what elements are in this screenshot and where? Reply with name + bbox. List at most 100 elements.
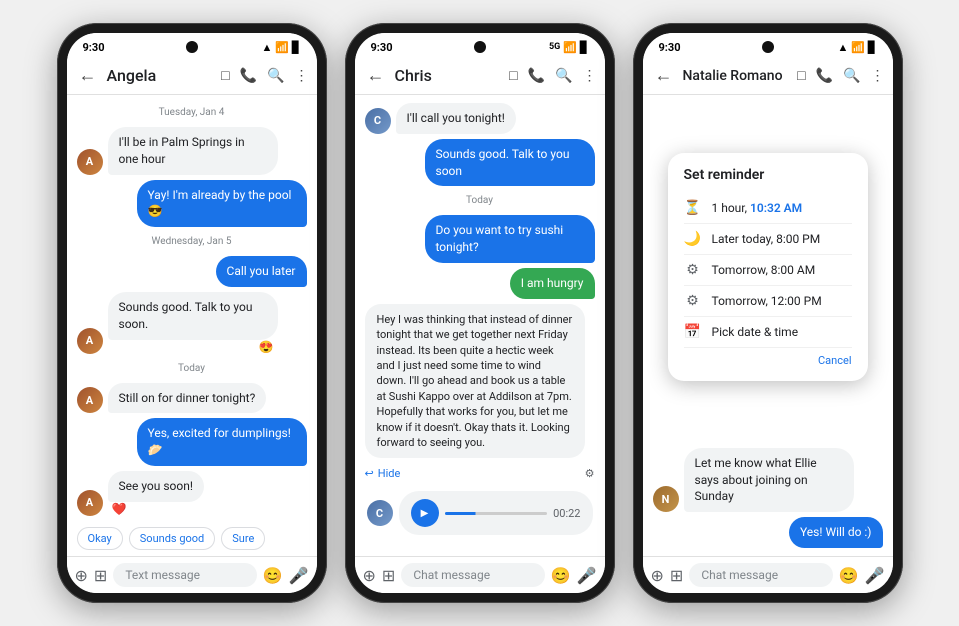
- chat-area-2: C I'll call you tonight! Sounds good. Ta…: [355, 95, 605, 556]
- network-5g: 5G: [549, 42, 560, 52]
- msg-chris-sent-2: Do you want to try sushi tonight?: [365, 215, 595, 263]
- battery-icon-3: ▊: [868, 41, 876, 54]
- add-icon-2[interactable]: ⊕: [363, 566, 376, 585]
- mic-icon-3[interactable]: 🎤: [865, 566, 885, 585]
- hide-icon: ↩: [365, 467, 374, 480]
- date-2: Wednesday, Jan 5: [77, 236, 307, 247]
- msg-chris-sent-1: Sounds good. Talk to you soon: [365, 139, 595, 187]
- status-icons-2: 5G 📶 ▊: [549, 41, 588, 54]
- hide-row: ↩ Hide ⚙: [365, 463, 595, 482]
- status-icons-3: ▲ 📶 ▊: [837, 41, 876, 54]
- quick-reply-sure[interactable]: Sure: [221, 527, 265, 550]
- header-bar-3: ← Natalie Romano □ 📞 🔍 ⋮: [643, 57, 893, 95]
- msg-received-3: A Still on for dinner tonight?: [77, 383, 307, 414]
- call-icon-3[interactable]: 📞: [816, 68, 833, 84]
- phone-3: 9:30 ▲ 📶 ▊ ← Natalie Romano □ 📞 🔍 ⋮: [633, 23, 903, 603]
- emoji-icon-2[interactable]: 😊: [551, 566, 571, 585]
- contact-name-3: Natalie Romano: [683, 68, 792, 84]
- hide-button[interactable]: Hide: [378, 467, 401, 480]
- phone-1-screen: 9:30 ▲ 📶 ▊ ← Angela □ 📞 🔍 ⋮: [67, 33, 317, 593]
- reminder-item-pick-date[interactable]: 📅 Pick date & time: [684, 317, 852, 348]
- bottom-bar-2: ⊕ ⊞ Chat message 😊 🎤: [355, 556, 605, 593]
- reminder-overlay: Set reminder ⏳ 1 hour, 10:32 AM 🌙 Later …: [668, 153, 868, 381]
- reminder-text-tomorrow-pm: Tomorrow, 12:00 PM: [712, 294, 822, 308]
- call-icon-2[interactable]: 📞: [528, 68, 545, 84]
- reminder-item-later[interactable]: 🌙 Later today, 8:00 PM: [684, 224, 852, 255]
- phone-2-camera: [474, 41, 486, 53]
- header-bar-2: ← Chris □ 📞 🔍 ⋮: [355, 57, 605, 95]
- back-button-2[interactable]: ←: [363, 63, 389, 88]
- search-icon-3[interactable]: 🔍: [843, 68, 860, 84]
- header-actions-2: □ 📞 🔍 ⋮: [509, 67, 596, 84]
- text-input-1[interactable]: Text message: [113, 563, 256, 587]
- audio-bubble: ▶ 00:22: [399, 491, 593, 535]
- add-icon-3[interactable]: ⊕: [651, 566, 664, 585]
- audio-time: 00:22: [553, 507, 580, 520]
- more-icon-2[interactable]: ⋮: [583, 68, 597, 84]
- chat-input-3[interactable]: Chat message: [689, 563, 832, 587]
- mic-icon-1[interactable]: 🎤: [289, 566, 309, 585]
- back-button-3[interactable]: ←: [651, 63, 677, 88]
- quick-reply-sounds-good[interactable]: Sounds good: [129, 527, 215, 550]
- attach-icon-2[interactable]: ⊞: [382, 566, 395, 585]
- video-icon-2[interactable]: □: [509, 67, 517, 84]
- reaction-1: 😍: [108, 340, 278, 354]
- phones-container: 9:30 ▲ 📶 ▊ ← Angela □ 📞 🔍 ⋮: [41, 7, 919, 619]
- chat-input-2[interactable]: Chat message: [401, 563, 544, 587]
- avatar-chris-audio: C: [367, 500, 393, 526]
- search-icon-1[interactable]: 🔍: [267, 68, 284, 84]
- reminder-text-1hour: 1 hour, 10:32 AM: [712, 201, 803, 215]
- phone-1-camera: [186, 41, 198, 53]
- avatar-natalie-1: N: [653, 486, 679, 512]
- date-chris-1: Today: [365, 195, 595, 206]
- wifi-icon-1: 📶: [275, 41, 289, 54]
- settings-icon[interactable]: ⚙: [585, 467, 595, 480]
- play-button[interactable]: ▶: [411, 499, 439, 527]
- wifi-icon-3: 📶: [851, 41, 865, 54]
- bubble-6: Yes, excited for dumplings! 🥟: [137, 418, 307, 466]
- msg-natalie-1: N Let me know what Ellie says about join…: [653, 448, 883, 512]
- more-icon-3[interactable]: ⋮: [871, 68, 885, 84]
- contact-name-1: Angela: [107, 66, 216, 85]
- chat-area-1: Tuesday, Jan 4 A I'll be in Palm Springs…: [67, 95, 317, 523]
- bubble-3: Call you later: [216, 256, 307, 287]
- bubble-c5: Hey I was thinking that instead of dinne…: [365, 304, 585, 459]
- calendar-icon: 📅: [684, 324, 702, 340]
- reminder-item-tomorrow-am[interactable]: ⚙ Tomorrow, 8:00 AM: [684, 255, 852, 286]
- reaction-2: ❤️: [108, 502, 204, 516]
- bubble-1: I'll be in Palm Springs in one hour: [108, 127, 278, 175]
- more-icon-1[interactable]: ⋮: [295, 68, 309, 84]
- call-icon-1[interactable]: 📞: [240, 68, 257, 84]
- header-actions-1: □ 📞 🔍 ⋮: [221, 67, 308, 84]
- reminder-item-tomorrow-pm[interactable]: ⚙ Tomorrow, 12:00 PM: [684, 286, 852, 317]
- quick-reply-okay[interactable]: Okay: [77, 527, 123, 550]
- date-1: Tuesday, Jan 4: [77, 107, 307, 118]
- attach-icon-1[interactable]: ⊞: [94, 566, 107, 585]
- add-icon-1[interactable]: ⊕: [75, 566, 88, 585]
- phone-2-screen: 9:30 5G 📶 ▊ ← Chris □ 📞 🔍 ⋮: [355, 33, 605, 593]
- reminder-cancel-button[interactable]: Cancel: [684, 348, 852, 367]
- contact-name-2: Chris: [395, 66, 504, 85]
- emoji-icon-1[interactable]: 😊: [263, 566, 283, 585]
- gear-icon-2: ⚙: [684, 293, 702, 309]
- video-icon-1[interactable]: □: [221, 67, 229, 84]
- avatar-angela-2: A: [77, 328, 103, 354]
- bubble-c3: Do you want to try sushi tonight?: [425, 215, 595, 263]
- audio-progress: [445, 512, 548, 515]
- mic-icon-2[interactable]: 🎤: [577, 566, 597, 585]
- video-icon-3[interactable]: □: [797, 67, 805, 84]
- attach-icon-3[interactable]: ⊞: [670, 566, 683, 585]
- reminder-item-1hour[interactable]: ⏳ 1 hour, 10:32 AM: [684, 193, 852, 224]
- status-time-2: 9:30: [371, 41, 393, 54]
- msg-sent-1: Yay! I'm already by the pool 😎: [77, 180, 307, 228]
- back-button-1[interactable]: ←: [75, 63, 101, 88]
- gear-icon-1: ⚙: [684, 262, 702, 278]
- signal-icon-3: ▲: [837, 41, 848, 54]
- audio-row: C ▶ 00:22: [365, 487, 595, 539]
- avatar-angela-1: A: [77, 149, 103, 175]
- status-time-1: 9:30: [83, 41, 105, 54]
- reminder-text-pick-date: Pick date & time: [712, 325, 799, 339]
- date-3: Today: [77, 363, 307, 374]
- emoji-icon-3[interactable]: 😊: [839, 566, 859, 585]
- search-icon-2[interactable]: 🔍: [555, 68, 572, 84]
